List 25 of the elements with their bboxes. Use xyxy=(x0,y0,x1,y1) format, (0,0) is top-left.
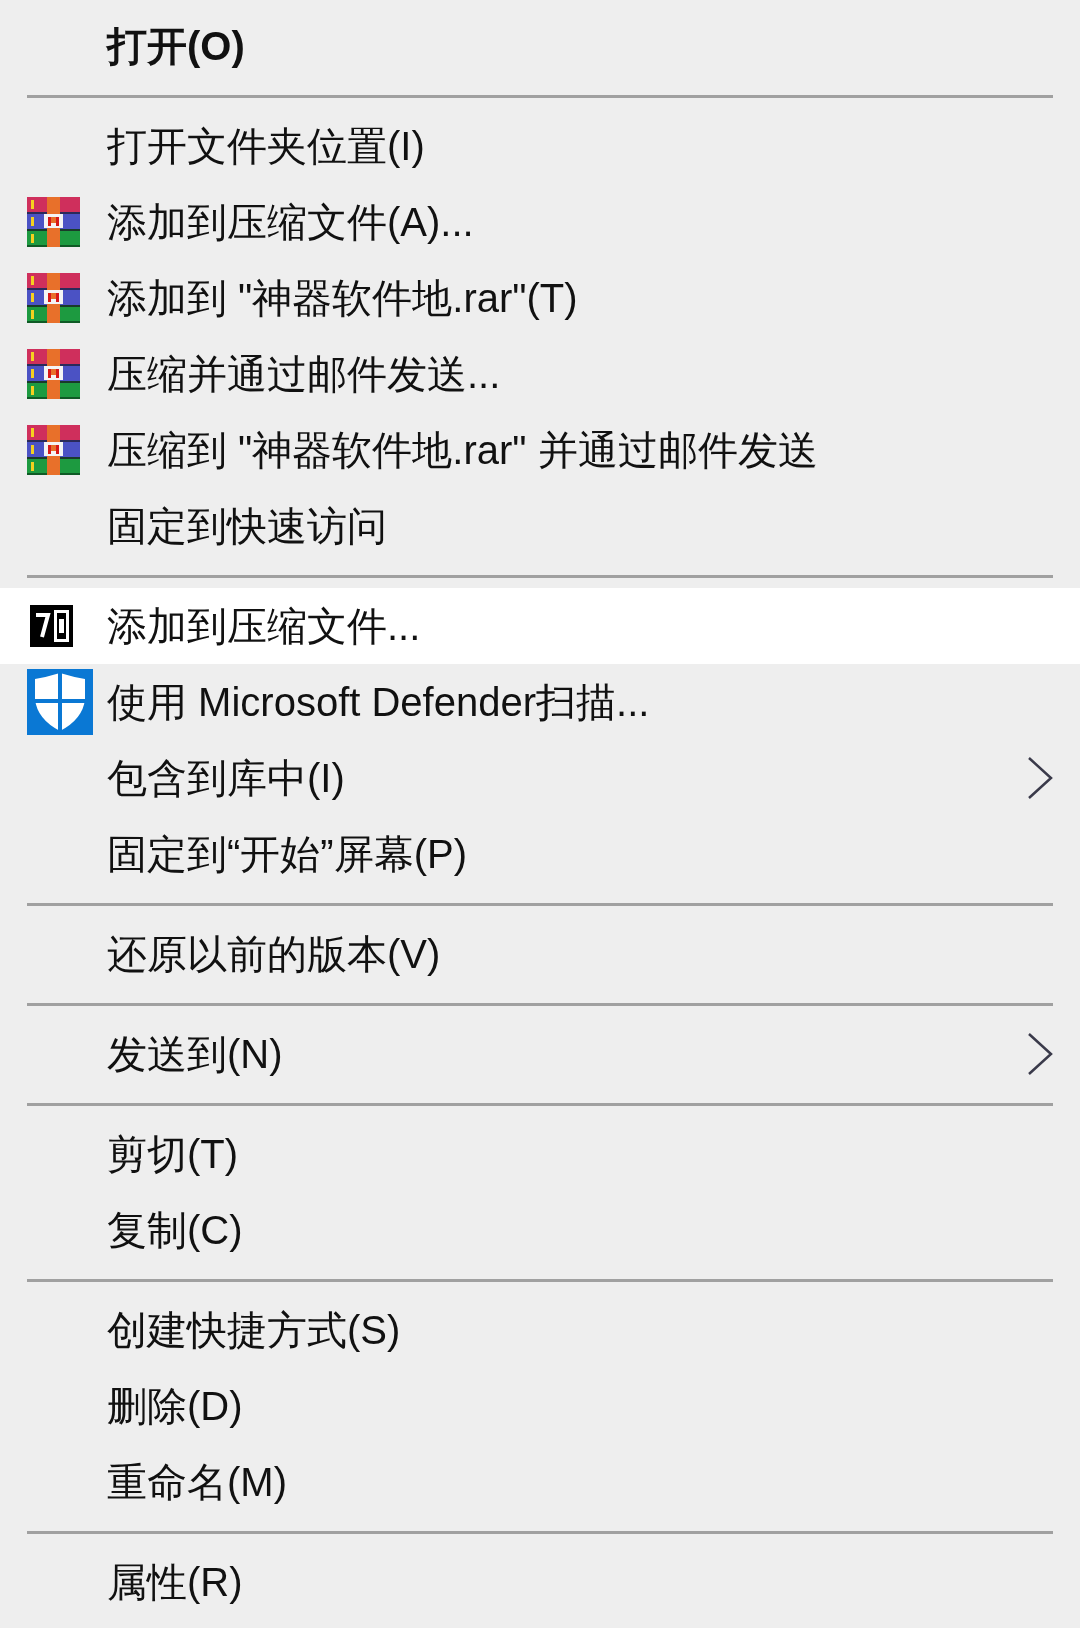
menu-item[interactable]: 打开(O) xyxy=(0,8,1080,84)
menu-item[interactable]: 添加到压缩文件... xyxy=(0,588,1080,664)
menu-item[interactable]: 还原以前的版本(V) xyxy=(0,916,1080,992)
menu-item[interactable]: 添加到压缩文件(A)... xyxy=(0,184,1080,260)
menu-item[interactable]: 打开文件夹位置(I) xyxy=(0,108,1080,184)
menu-item[interactable]: 压缩到 "神器软件地.rar" 并通过邮件发送 xyxy=(0,412,1080,488)
archive-books-icon xyxy=(27,273,80,323)
menu-item[interactable]: 重命名(M) xyxy=(0,1444,1080,1520)
menu-item[interactable]: 固定到快速访问 xyxy=(0,488,1080,564)
menu-item[interactable]: 添加到 "神器软件地.rar"(T) xyxy=(0,260,1080,336)
menu-item[interactable]: 使用 Microsoft Defender扫描... xyxy=(0,664,1080,740)
shield-icon xyxy=(27,669,93,735)
menu-item[interactable]: 压缩并通过邮件发送... xyxy=(0,336,1080,412)
square-logo-icon xyxy=(30,605,73,647)
menu-item[interactable]: 删除(D) xyxy=(0,1368,1080,1444)
menu-item[interactable]: 创建快捷方式(S) xyxy=(0,1292,1080,1368)
menu-item[interactable]: 属性(R) xyxy=(0,1544,1080,1620)
archive-books-icon xyxy=(27,197,80,247)
menu-item[interactable]: 固定到“开始”屏幕(P) xyxy=(0,816,1080,892)
archive-books-icon xyxy=(27,425,80,475)
menu-item[interactable]: 剪切(T) xyxy=(0,1116,1080,1192)
archive-books-icon xyxy=(27,349,80,399)
menu-item[interactable]: 复制(C) xyxy=(0,1192,1080,1268)
menu-item[interactable]: 发送到(N) xyxy=(0,1016,1080,1092)
menu-item[interactable]: 包含到库中(I) xyxy=(0,740,1080,816)
